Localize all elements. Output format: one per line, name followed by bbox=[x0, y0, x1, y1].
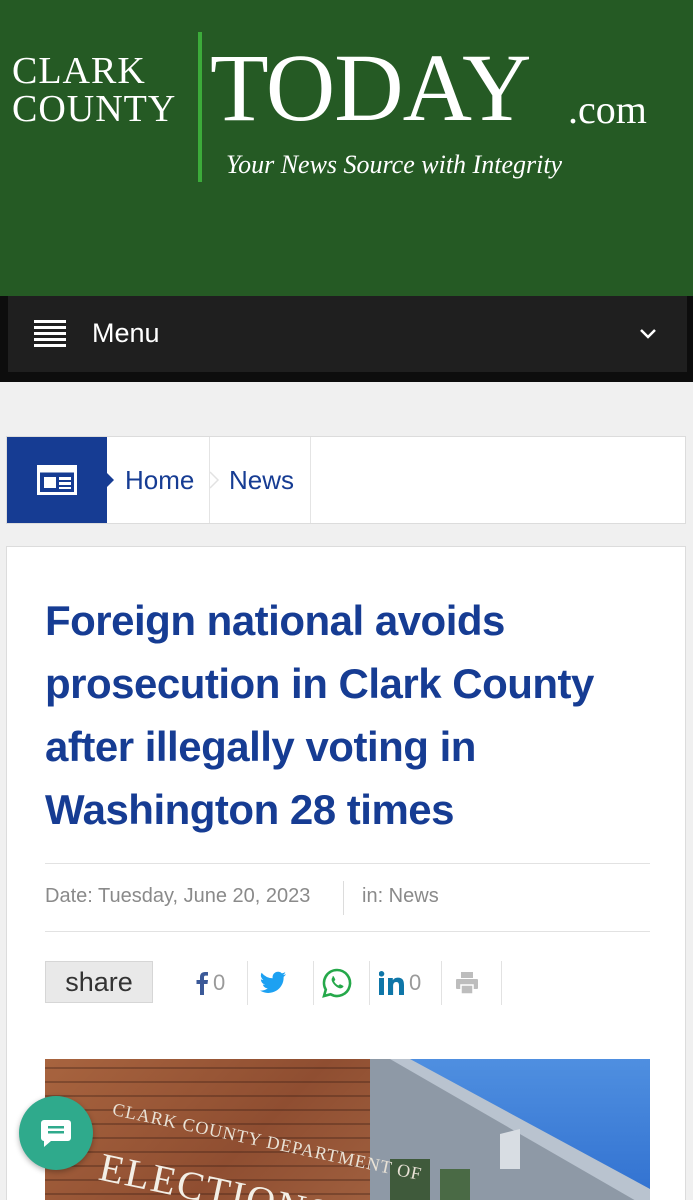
divider bbox=[45, 931, 650, 932]
news-icon bbox=[37, 465, 77, 495]
breadcrumb-icon-box bbox=[7, 437, 107, 523]
site-logo[interactable]: CLARK COUNTY bbox=[12, 52, 176, 128]
breadcrumb: Home News bbox=[6, 436, 686, 524]
breadcrumb-home[interactable]: Home bbox=[125, 437, 194, 523]
hamburger-icon bbox=[34, 320, 66, 348]
facebook-icon bbox=[196, 972, 208, 995]
social-divider bbox=[247, 961, 248, 1005]
linkedin-share[interactable]: 0 bbox=[379, 961, 421, 1005]
article-date: Date: Tuesday, June 20, 2023 bbox=[45, 885, 311, 907]
logo-today[interactable]: TODAY bbox=[210, 40, 531, 136]
meta-divider bbox=[343, 881, 344, 915]
article-image[interactable]: CLARK COUNTY DEPARTMENT OF ELECTIONS bbox=[45, 1059, 650, 1200]
menu-bar: Menu bbox=[0, 296, 693, 382]
linkedin-icon bbox=[379, 971, 404, 995]
social-divider bbox=[441, 961, 442, 1005]
menu-toggle[interactable]: Menu bbox=[8, 296, 687, 372]
facebook-count: 0 bbox=[213, 970, 226, 995]
breadcrumb-pointer bbox=[106, 472, 114, 488]
logo-dotcom: .com bbox=[568, 87, 647, 132]
social-divider bbox=[501, 961, 502, 1005]
logo-divider bbox=[198, 32, 202, 182]
article-headline: Foreign national avoids prosecution in C… bbox=[45, 597, 594, 833]
twitter-icon bbox=[260, 971, 286, 993]
chat-icon bbox=[41, 1120, 71, 1147]
breadcrumb-divider bbox=[310, 437, 311, 523]
share-button[interactable]: share bbox=[45, 961, 153, 1003]
site-tagline: Your News Source with Integrity bbox=[226, 150, 563, 179]
chevron-down-icon bbox=[640, 329, 656, 339]
logo-line-county: COUNTY bbox=[12, 88, 177, 130]
print-icon bbox=[456, 972, 478, 995]
menu-label: Menu bbox=[92, 318, 160, 348]
site-header: CLARK COUNTY TODAY .com Your News Source… bbox=[0, 0, 693, 296]
whatsapp-icon bbox=[322, 968, 352, 998]
linkedin-count: 0 bbox=[409, 970, 422, 995]
article-card: Foreign national avoids prosecution in C… bbox=[6, 546, 686, 1200]
social-divider bbox=[369, 961, 370, 1005]
logo-line-clark: CLARK bbox=[12, 50, 146, 92]
breadcrumb-divider bbox=[209, 437, 210, 523]
print-button[interactable] bbox=[455, 961, 479, 1005]
whatsapp-share[interactable] bbox=[321, 961, 353, 1005]
facebook-share[interactable]: 0 bbox=[195, 961, 225, 1005]
twitter-share[interactable] bbox=[259, 961, 287, 1005]
article-category[interactable]: in: News bbox=[362, 883, 439, 909]
social-divider bbox=[313, 961, 314, 1005]
divider bbox=[45, 863, 650, 864]
chat-button[interactable] bbox=[19, 1096, 93, 1170]
breadcrumb-news[interactable]: News bbox=[229, 437, 294, 523]
